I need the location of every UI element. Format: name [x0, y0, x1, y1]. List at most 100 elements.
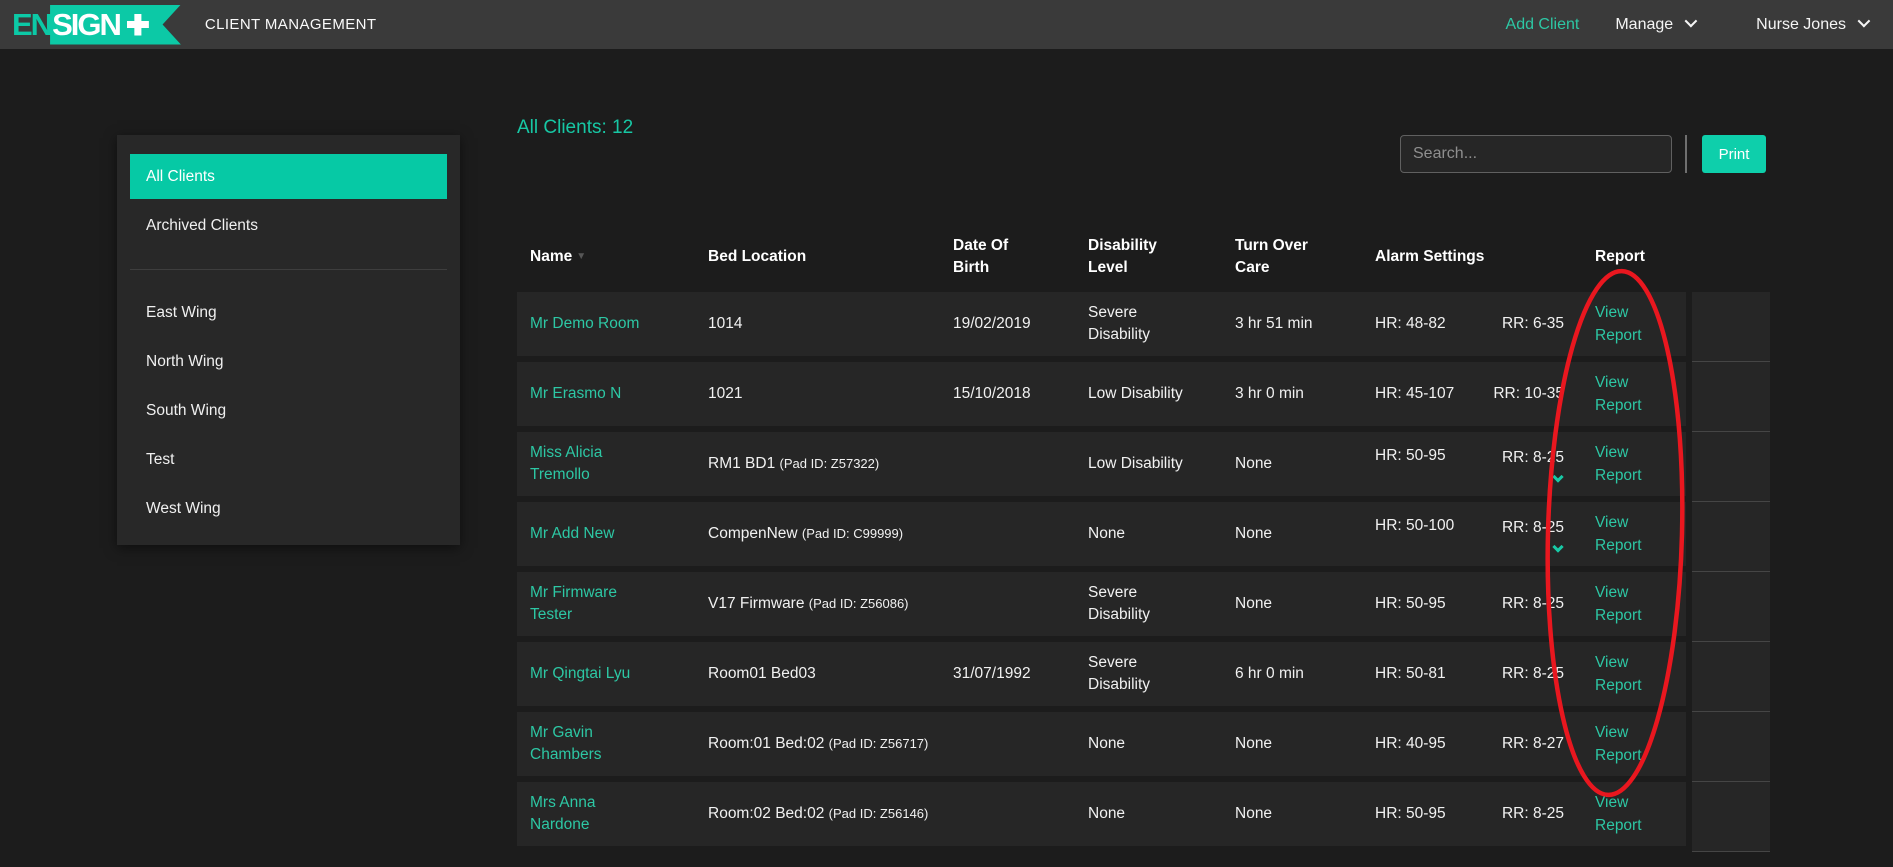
- alarm-rr-cell: RR: 10-35: [1480, 383, 1582, 405]
- alarm-rr-cell: RR: 8-25: [1480, 517, 1582, 551]
- user-menu-label: Nurse Jones: [1756, 16, 1846, 34]
- client-name-link[interactable]: Mr Erasmo N: [517, 383, 695, 405]
- view-report-link[interactable]: View Report: [1582, 301, 1686, 348]
- alarm-rr-cell: RR: 8-25: [1480, 663, 1582, 685]
- print-button[interactable]: Print: [1702, 135, 1766, 173]
- sidebar-item-archived-clients[interactable]: Archived Clients: [130, 203, 447, 248]
- disability-level-cell: Severe Disability: [1075, 582, 1222, 627]
- ensign-logo: EN SIGN: [10, 5, 181, 45]
- disability-level-cell: None: [1075, 523, 1222, 545]
- archive-link[interactable]: [1692, 502, 1770, 572]
- client-name-link[interactable]: Mr Qingtai Lyu: [517, 663, 695, 685]
- expand-alarm-chevron-icon[interactable]: [1552, 542, 1563, 553]
- client-name-link[interactable]: Mr Firmware Tester: [517, 582, 695, 627]
- archive-link[interactable]: [1692, 712, 1770, 782]
- view-report-link[interactable]: View Report: [1582, 371, 1686, 418]
- column-header-disability-level: Disability Level: [1075, 235, 1222, 280]
- sidebar-item-test[interactable]: Test: [130, 437, 447, 482]
- sidebar-item-north-wing[interactable]: North Wing: [130, 339, 447, 384]
- column-header-report: Report: [1582, 246, 1686, 268]
- alarm-rr-cell: RR: 6-35: [1480, 313, 1582, 335]
- pad-id-label: (Pad ID: Z56086): [809, 596, 909, 611]
- archive-link[interactable]: [1692, 362, 1770, 432]
- page-title: CLIENT MANAGEMENT: [205, 16, 377, 33]
- view-report-link[interactable]: View Report: [1582, 721, 1686, 768]
- disability-level-cell: None: [1075, 733, 1222, 755]
- alarm-hr-cell: HR: 48-82: [1362, 313, 1480, 335]
- bed-location-cell: Room:02 Bed:02 (Pad ID: Z56146): [695, 802, 940, 825]
- medical-cross-icon: [127, 14, 149, 36]
- client-name-link[interactable]: Mr Demo Room: [517, 313, 695, 335]
- view-report-link[interactable]: View Report: [1582, 791, 1686, 838]
- turn-over-care-cell: None: [1222, 803, 1362, 825]
- column-header-bed-location: Bed Location: [695, 246, 940, 268]
- add-client-link[interactable]: Add Client: [1506, 16, 1580, 34]
- column-header-date-of-birth: Date Of Birth: [940, 235, 1075, 280]
- table-row: Mr Gavin Chambers Room:01 Bed:02 (Pad ID…: [517, 712, 1686, 776]
- bed-location-cell: CompenNew (Pad ID: C99999): [695, 522, 940, 545]
- archive-column: [1692, 292, 1770, 852]
- alarm-rr-cell: RR: 8-25: [1480, 803, 1582, 825]
- view-report-link[interactable]: View Report: [1582, 581, 1686, 628]
- table-header-row: Name▼ Bed Location Date Of Birth Disabil…: [517, 222, 1770, 292]
- sidebar-item-label: East Wing: [146, 304, 217, 322]
- column-header-alarm-settings: Alarm Settings: [1362, 246, 1582, 268]
- sidebar-item-label: Test: [146, 451, 174, 469]
- view-report-link[interactable]: View Report: [1582, 651, 1686, 698]
- alarm-hr-cell: HR: 50-95: [1362, 803, 1480, 825]
- expand-alarm-chevron-icon[interactable]: [1552, 472, 1563, 483]
- chevron-down-icon: [1858, 15, 1871, 28]
- sidebar-item-label: All Clients: [146, 168, 215, 186]
- alarm-hr-cell: HR: 50-95: [1362, 593, 1480, 615]
- archive-link[interactable]: [1692, 782, 1770, 852]
- date-of-birth-cell: 15/10/2018: [940, 383, 1075, 405]
- sort-descending-icon[interactable]: ▼: [576, 251, 586, 262]
- view-report-link[interactable]: View Report: [1582, 441, 1686, 488]
- alarm-rr-cell: RR: 8-25: [1480, 593, 1582, 615]
- sidebar-item-label: South Wing: [146, 402, 226, 420]
- turn-over-care-cell: None: [1222, 523, 1362, 545]
- client-name-link[interactable]: Mr Add New: [517, 523, 695, 545]
- client-name-link[interactable]: Mrs Anna Nardone: [517, 792, 695, 837]
- client-name-link[interactable]: Mr Gavin Chambers: [517, 722, 695, 767]
- date-of-birth-cell: 19/02/2019: [940, 313, 1075, 335]
- turn-over-care-cell: None: [1222, 453, 1362, 475]
- alarm-hr-cell: HR: 45-107: [1362, 383, 1480, 405]
- manage-menu[interactable]: Manage: [1615, 16, 1694, 34]
- turn-over-care-cell: 3 hr 51 min: [1222, 313, 1362, 335]
- column-header-name[interactable]: Name▼: [517, 246, 695, 268]
- alarm-hr-cell: HR: 50-100: [1362, 515, 1480, 537]
- turn-over-care-cell: None: [1222, 733, 1362, 755]
- clients-count-heading: All Clients: 12: [517, 117, 633, 139]
- alarm-hr-cell: HR: 50-95: [1362, 445, 1480, 467]
- archive-link[interactable]: [1692, 432, 1770, 502]
- sidebar-item-west-wing[interactable]: West Wing: [130, 486, 447, 531]
- bed-location-cell: V17 Firmware (Pad ID: Z56086): [695, 592, 940, 615]
- archive-link[interactable]: [1692, 642, 1770, 712]
- table-row: Miss Alicia Tremollo RM1 BD1 (Pad ID: Z5…: [517, 432, 1686, 496]
- archive-link[interactable]: [1692, 572, 1770, 642]
- turn-over-care-cell: 3 hr 0 min: [1222, 383, 1362, 405]
- disability-level-cell: Severe Disability: [1075, 652, 1222, 697]
- bed-location-cell: Room:01 Bed:02 (Pad ID: Z56717): [695, 732, 940, 755]
- search-area: Print: [1400, 135, 1766, 173]
- sidebar-item-south-wing[interactable]: South Wing: [130, 388, 447, 433]
- turn-over-care-cell: None: [1222, 593, 1362, 615]
- sidebar-item-east-wing[interactable]: East Wing: [130, 290, 447, 335]
- alarm-rr-cell: RR: 8-25: [1480, 447, 1582, 481]
- user-menu[interactable]: Nurse Jones: [1756, 16, 1867, 34]
- view-report-link[interactable]: View Report: [1582, 511, 1686, 558]
- client-name-link[interactable]: Miss Alicia Tremollo: [517, 442, 695, 487]
- sidebar-item-all-clients[interactable]: All Clients: [130, 154, 447, 199]
- pad-id-label: (Pad ID: Z56146): [829, 806, 929, 821]
- date-of-birth-cell: 31/07/1992: [940, 663, 1075, 685]
- logo-ribbon: SIGN: [50, 5, 181, 45]
- column-header-turn-over-care: Turn Over Care: [1222, 235, 1362, 280]
- table-row: Mr Firmware Tester V17 Firmware (Pad ID:…: [517, 572, 1686, 636]
- archive-link[interactable]: [1692, 292, 1770, 362]
- search-input[interactable]: [1400, 135, 1672, 173]
- sidebar-nav: All Clients Archived Clients East Wing N…: [117, 154, 460, 531]
- table-row: Mr Erasmo N 1021 15/10/2018 Low Disabili…: [517, 362, 1686, 426]
- table-row: Mr Add New CompenNew (Pad ID: C99999) No…: [517, 502, 1686, 566]
- disability-level-cell: Low Disability: [1075, 453, 1222, 475]
